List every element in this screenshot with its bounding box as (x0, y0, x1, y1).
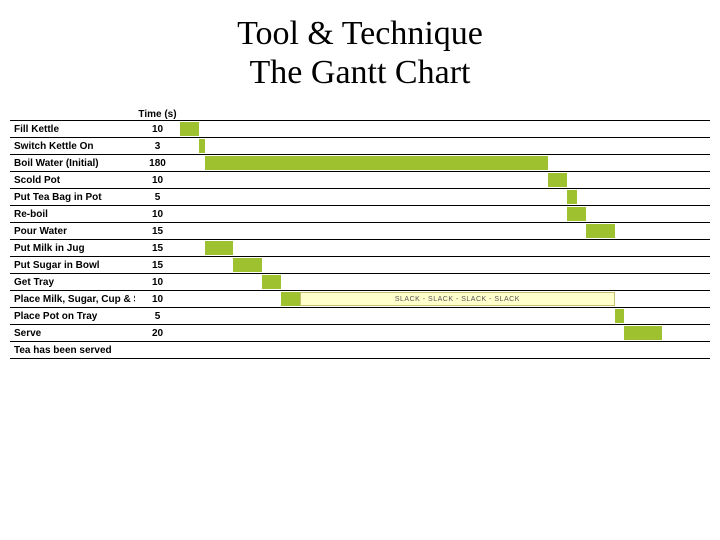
title-line-2: The Gantt Chart (250, 54, 471, 91)
task-bar-track (180, 223, 710, 239)
task-time: 15 (135, 257, 180, 273)
gantt-row: Switch Kettle On3 (10, 138, 710, 155)
gantt-row: Serve20 (10, 325, 710, 342)
task-bar (233, 258, 262, 272)
slide-title: Tool & Technique The Gantt Chart (0, 14, 720, 92)
title-line-1: Tool & Technique (237, 15, 483, 52)
task-time: 5 (135, 189, 180, 205)
gantt-chart: Time (s) Fill Kettle10Switch Kettle On3B… (10, 102, 710, 359)
task-label: Put Milk in Jug (10, 240, 135, 256)
gantt-row: Fill Kettle10 (10, 121, 710, 138)
task-label: Serve (10, 325, 135, 341)
task-bar (624, 326, 662, 340)
gantt-row: Pour Water15 (10, 223, 710, 240)
task-bar-track (180, 274, 710, 290)
task-bar (615, 309, 625, 323)
task-time: 20 (135, 325, 180, 341)
gantt-row: Re-boil10 (10, 206, 710, 223)
task-label: Put Sugar in Bowl (10, 257, 135, 273)
task-time: 180 (135, 155, 180, 171)
task-bar-track (180, 189, 710, 205)
task-time: 10 (135, 121, 180, 137)
task-time: 15 (135, 240, 180, 256)
task-bar (281, 292, 300, 306)
task-time: 10 (135, 291, 180, 307)
task-label: Fill Kettle (10, 121, 135, 137)
gantt-row: Place Milk, Sugar, Cup & Sa10 SLACK - SLA… (10, 291, 710, 308)
task-time: 3 (135, 138, 180, 154)
task-bar-track (180, 240, 710, 256)
gantt-row: Boil Water (Initial)180 (10, 155, 710, 172)
slack-bar: SLACK - SLACK - SLACK - SLACK (300, 292, 615, 306)
task-bar-track (180, 257, 710, 273)
task-time: 15 (135, 223, 180, 239)
gantt-row: Get Tray10 (10, 274, 710, 291)
task-label: Re-boil (10, 206, 135, 222)
task-bar-track (180, 138, 710, 154)
task-bar (586, 224, 615, 238)
gantt-row: Tea has been served (10, 342, 710, 359)
task-bar-track (180, 308, 710, 324)
gantt-row: Place Pot on Tray5 (10, 308, 710, 325)
task-time: 10 (135, 172, 180, 188)
task-label: Put Tea Bag in Pot (10, 189, 135, 205)
task-label: Place Milk, Sugar, Cup & Sa (10, 291, 135, 307)
task-time (135, 342, 180, 358)
task-bar-track (180, 121, 710, 137)
task-bar (567, 207, 586, 221)
task-bar-track (180, 172, 710, 188)
task-bar-track (180, 342, 710, 358)
header-chart-col (180, 102, 710, 120)
task-bar (199, 139, 205, 153)
task-time: 10 (135, 274, 180, 290)
gantt-row: Put Sugar in Bowl15 (10, 257, 710, 274)
task-label: Switch Kettle On (10, 138, 135, 154)
task-bar (205, 156, 548, 170)
task-bar-track (180, 155, 710, 171)
task-time: 10 (135, 206, 180, 222)
gantt-row: Scold Pot10 (10, 172, 710, 189)
task-label: Scold Pot (10, 172, 135, 188)
header-time-col: Time (s) (135, 109, 180, 120)
gantt-row: Put Tea Bag in Pot5 (10, 189, 710, 206)
task-bar (567, 190, 577, 204)
task-label: Place Pot on Tray (10, 308, 135, 324)
gantt-rows: Fill Kettle10Switch Kettle On3Boil Water… (10, 121, 710, 359)
task-bar-track (180, 325, 710, 341)
task-label: Get Tray (10, 274, 135, 290)
task-bar (180, 122, 199, 136)
task-bar (548, 173, 567, 187)
task-bar (205, 241, 234, 255)
gantt-row: Put Milk in Jug15 (10, 240, 710, 257)
task-label: Tea has been served (10, 342, 135, 358)
task-bar-track (180, 206, 710, 222)
gantt-header-row: Time (s) (10, 102, 710, 121)
task-label: Boil Water (Initial) (10, 155, 135, 171)
task-label: Pour Water (10, 223, 135, 239)
task-bar (262, 275, 281, 289)
task-time: 5 (135, 308, 180, 324)
task-bar-track: SLACK - SLACK - SLACK - SLACK (180, 291, 710, 307)
